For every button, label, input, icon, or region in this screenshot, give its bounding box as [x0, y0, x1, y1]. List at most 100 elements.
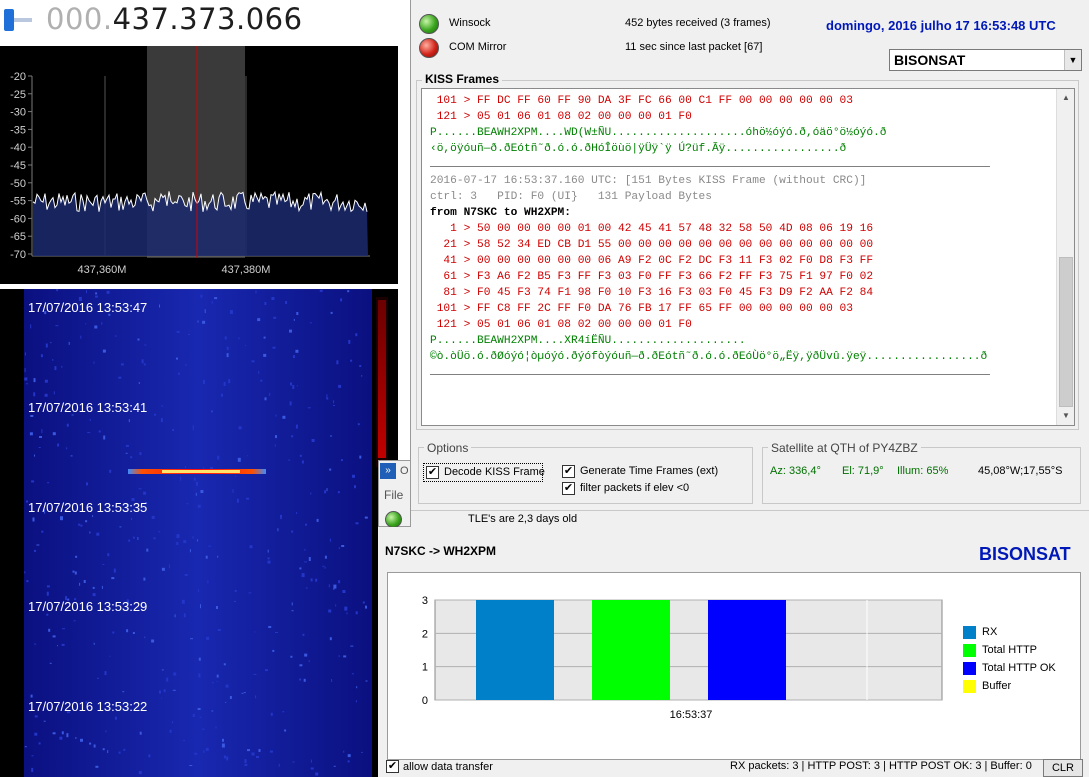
waterfall-speck: [192, 426, 194, 431]
freq-tick-label: 437,380M: [222, 264, 271, 276]
db-tick-label: -50: [10, 178, 26, 190]
waterfall-speck: [329, 637, 332, 641]
scrollbar-thumb[interactable]: [1059, 257, 1073, 407]
waterfall-speck: [30, 694, 33, 698]
file-menu[interactable]: File: [384, 488, 403, 502]
since-last-packet-text: 11 sec since last packet [67]: [625, 41, 763, 53]
frequency-display[interactable]: 000.437.373.066: [46, 2, 303, 36]
frequency-slider-knob[interactable]: [4, 9, 14, 31]
waterfall-speck: [343, 655, 347, 658]
waterfall-speck: [137, 338, 140, 341]
waterfall-speck: [249, 545, 253, 549]
waterfall-speck: [24, 571, 26, 574]
waterfall-speck: [206, 636, 210, 640]
generate-time-frames-label[interactable]: Generate Time Frames (ext): [580, 465, 718, 477]
kiss-frames-log[interactable]: 101 > FF DC FF 60 FF 90 DA 3F FC 66 00 C…: [421, 88, 1075, 426]
waterfall-speck: [45, 343, 48, 348]
db-tick-label: -70: [10, 249, 26, 261]
waterfall-speck: [169, 729, 172, 733]
kiss-frame-line: P......BEAWH2XPM....XR4íËÑU.............…: [430, 335, 746, 347]
waterfall-speck: [346, 612, 348, 615]
chevron-down-icon[interactable]: ▼: [1064, 50, 1081, 70]
transfer-chart-frame: 0 1 2 3 16:53:37 RX Total HTTP Total HTTP O…: [387, 572, 1081, 760]
clear-button[interactable]: CLR: [1043, 759, 1083, 777]
waterfall-speck: [291, 435, 294, 438]
waterfall-speck: [270, 712, 273, 716]
waterfall-speck: [221, 743, 225, 748]
waterfall-speck: [66, 447, 68, 450]
allow-data-transfer-checkbox[interactable]: ✔: [386, 760, 399, 773]
waterfall-speck: [163, 689, 166, 693]
scroll-down-icon[interactable]: ▼: [1059, 409, 1073, 423]
waterfall-speck: [62, 628, 65, 630]
waterfall-speck: [350, 359, 353, 362]
waterfall-speck: [125, 452, 128, 454]
waterfall-speck: [355, 611, 358, 615]
waterfall-speck: [57, 645, 58, 647]
spectrum-plot: -20 -25 -30 -35 -40 -45 -50 -55 -60 -65 -70 437,36…: [10, 46, 370, 276]
waterfall-speck: [36, 544, 40, 546]
waterfall-speck: [236, 498, 239, 503]
waterfall-speck: [46, 585, 50, 588]
utc-datetime: domingo, 2016 julho 17 16:53:48 UTC: [826, 18, 1056, 33]
waterfall-speck: [78, 523, 81, 526]
waterfall-speck: [288, 459, 291, 461]
waterfall-speck: [303, 678, 306, 682]
waterfall-speck: [350, 645, 354, 647]
waterfall-speck: [120, 363, 124, 366]
waterfall-speck: [144, 636, 146, 638]
waterfall-speck: [202, 320, 206, 324]
waterfall-speck: [278, 763, 280, 767]
waterfall-speck: [53, 391, 55, 395]
waterfall-speck: [89, 531, 91, 534]
waterfall-speck: [295, 349, 299, 353]
waterfall-speck: [86, 482, 88, 486]
waterfall-speck: [192, 714, 195, 717]
decode-kiss-checkbox[interactable]: ✔: [426, 466, 439, 479]
waterfall-speck: [105, 730, 107, 733]
filter-packets-checkbox[interactable]: ✔: [562, 482, 575, 495]
kiss-frames-scrollbar[interactable]: ▲ ▼: [1056, 89, 1074, 425]
waterfall-speck: [301, 573, 305, 578]
waterfall-speck: [273, 316, 277, 319]
allow-data-transfer-label[interactable]: allow data transfer: [403, 761, 493, 773]
waterfall-speck: [365, 605, 367, 609]
waterfall-speck: [308, 660, 310, 663]
waterfall-speck: [310, 767, 314, 770]
waterfall-speck: [344, 606, 348, 611]
waterfall-speck: [291, 602, 293, 606]
spectrum-panel[interactable]: -20 -25 -30 -35 -40 -45 -50 -55 -60 -65 -70 437,36…: [0, 46, 398, 284]
filter-packets-label[interactable]: filter packets if elev <0: [580, 482, 689, 494]
waterfall-speck: [200, 294, 203, 298]
satellite-select[interactable]: BISONSAT ▼: [889, 49, 1082, 71]
waterfall-speck: [60, 516, 63, 521]
waterfall-speck: [109, 469, 112, 473]
waterfall-speck: [330, 311, 333, 314]
decode-kiss-label[interactable]: Decode KISS Frame: [444, 466, 545, 478]
waterfall-speck: [256, 756, 259, 758]
waterfall-speck: [94, 325, 98, 329]
y-tick-label: 0: [422, 695, 428, 707]
winsock-label: Winsock: [449, 17, 491, 29]
waterfall-speck: [326, 397, 329, 400]
db-tick-label: -65: [10, 231, 26, 243]
waterfall-speck: [104, 671, 107, 676]
waterfall-speck: [222, 738, 224, 742]
generate-time-frames-checkbox[interactable]: ✔: [562, 465, 575, 478]
waterfall-speck: [184, 574, 188, 576]
waterfall-speck: [272, 649, 275, 652]
waterfall-speck: [272, 346, 276, 349]
satellite-select-value: BISONSAT: [894, 52, 966, 68]
x-tick-label: 16:53:37: [670, 709, 713, 721]
waterfall-speck: [98, 430, 101, 433]
waterfall-panel[interactable]: 17/07/2016 13:53:47 17/07/2016 13:53:41 …: [0, 289, 398, 777]
waterfall-speck: [269, 392, 271, 396]
waterfall-speck: [125, 444, 129, 447]
waterfall-timestamp: 17/07/2016 13:53:35: [28, 500, 148, 515]
waterfall-speck: [211, 300, 213, 304]
waterfall-speck: [172, 429, 175, 431]
waterfall-speck: [359, 365, 362, 367]
waterfall-speck: [83, 580, 86, 583]
scroll-up-icon[interactable]: ▲: [1059, 91, 1073, 105]
waterfall-speck: [197, 504, 201, 508]
